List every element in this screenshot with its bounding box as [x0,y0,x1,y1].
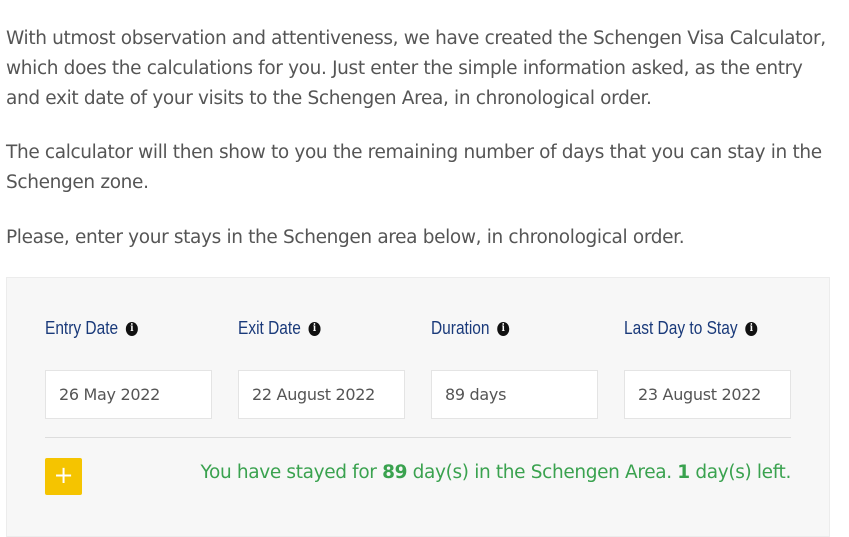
last-day-field: 23 August 2022 [624,370,791,419]
info-icon[interactable]: i [308,321,321,336]
result-suffix: day(s) left. [689,462,791,483]
entry-date-header-label: Entry Date [45,318,119,338]
intro-paragraph-2: The calculator will then show to you the… [6,142,822,193]
add-stay-button[interactable]: + [45,458,82,495]
exit-date-field[interactable]: 22 August 2022 [238,370,405,419]
duration-field: 89 days [431,370,598,419]
exit-date-header: Exit Date i [238,318,321,339]
duration-header-label: Duration [431,318,490,338]
last-day-header-label: Last Day to Stay [624,318,738,338]
result-middle: day(s) in the Schengen Area. [407,462,678,483]
info-icon[interactable]: i [497,321,510,336]
exit-date-header-label: Exit Date [238,318,301,338]
result-message: You have stayed for 89 day(s) in the Sch… [200,462,792,483]
entry-date-field[interactable]: 26 May 2022 [45,370,212,419]
intro-paragraph-3: Please, enter your stays in the Schengen… [6,227,685,248]
divider [45,437,791,438]
info-icon[interactable]: i [125,321,138,336]
days-stayed-count: 89 [382,462,408,483]
info-icon[interactable]: i [745,321,758,336]
last-day-header: Last Day to Stay i [624,318,758,339]
duration-header: Duration i [431,318,510,339]
schengen-calculator: Entry Date i Exit Date i Duration i Last… [6,277,830,537]
entry-date-header: Entry Date i [45,318,138,339]
intro-paragraph-1: With utmost observation and attentivenes… [6,28,826,109]
days-left-count: 1 [677,462,690,483]
plus-icon: + [53,461,74,489]
result-prefix: You have stayed for [200,462,383,483]
